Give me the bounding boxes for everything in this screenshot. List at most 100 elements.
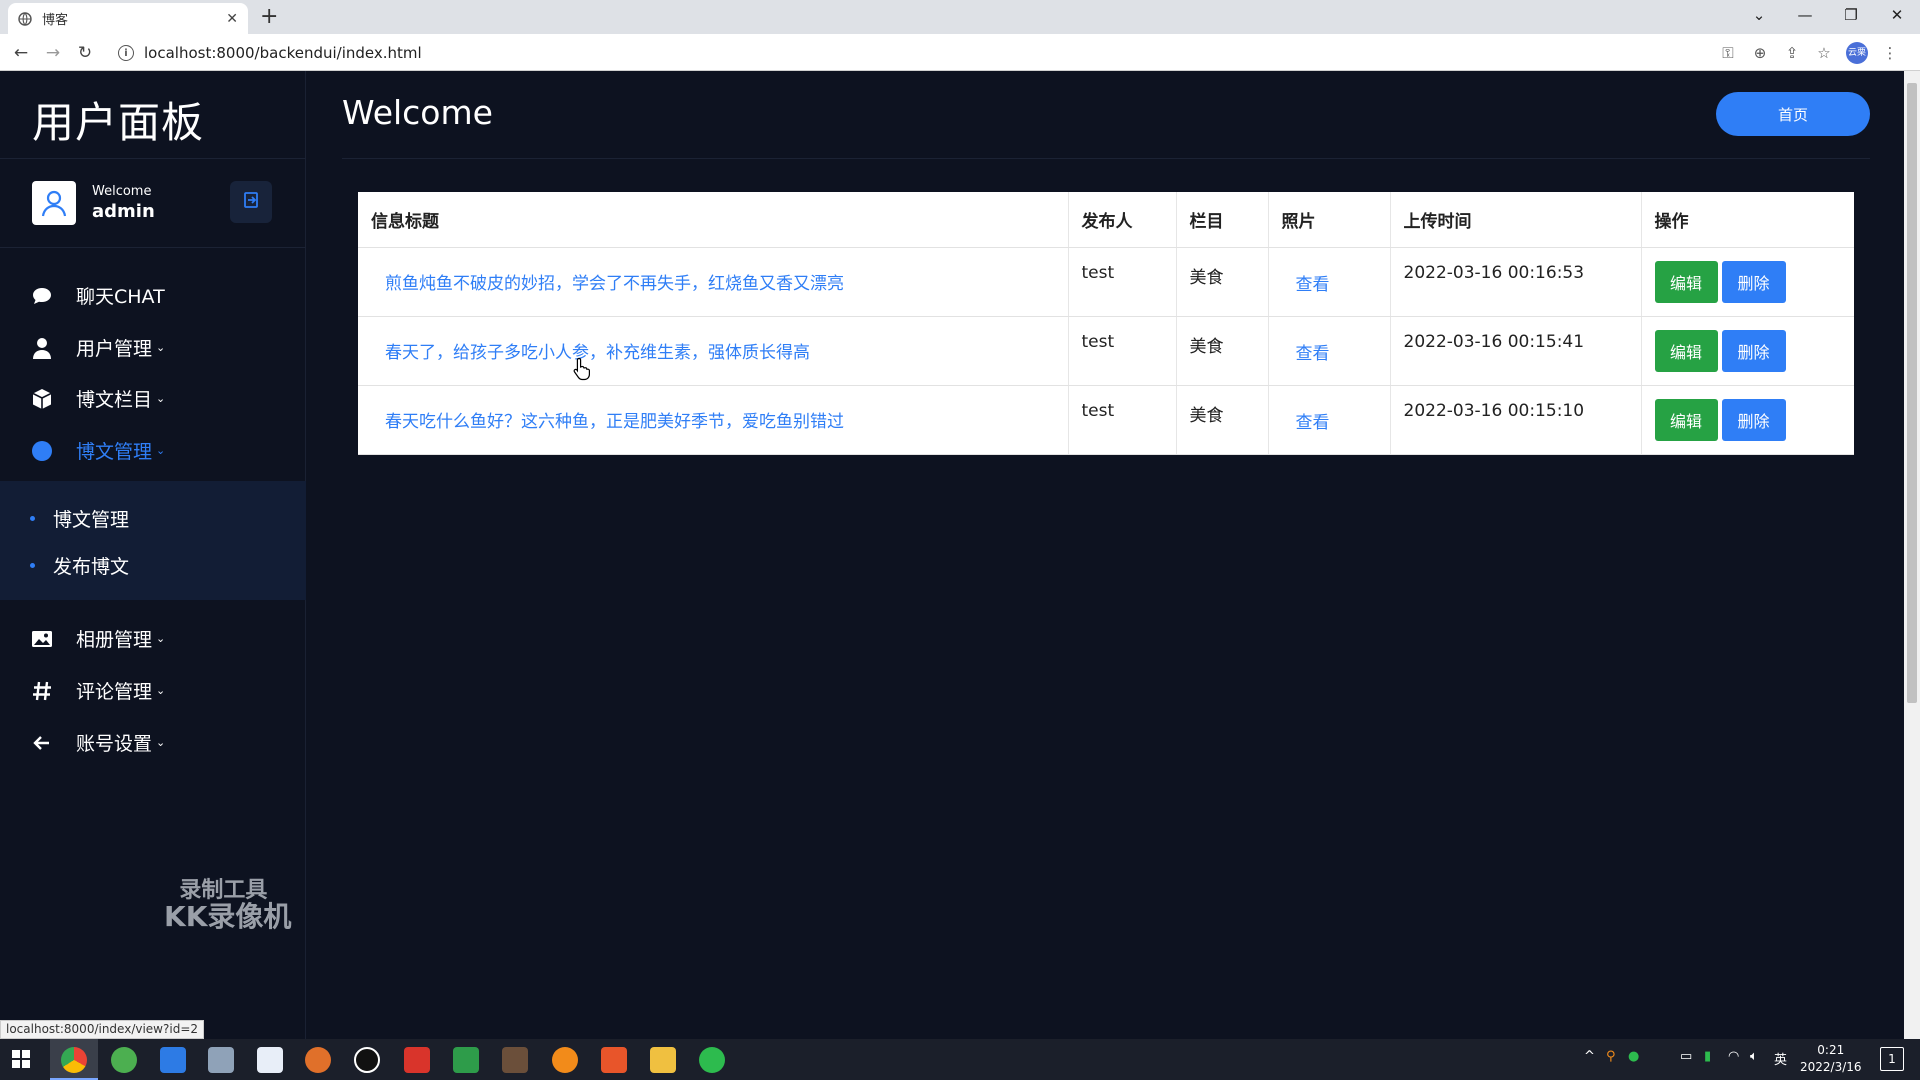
post-title-link[interactable]: 春天吃什么鱼好？这六种鱼，正是肥美好季节，爱吃鱼别错过	[371, 407, 844, 432]
app-search-icon[interactable]	[160, 1047, 186, 1073]
menu-item-categories[interactable]: 博文栏目 ⌄	[30, 385, 165, 412]
chevron-down-icon: ⌄	[156, 684, 166, 697]
table-row: 煎鱼炖鱼不破皮的妙招，学会了不再失手，红烧鱼又香又漂亮 test 美食 查看 2…	[358, 247, 1854, 317]
watermark-line2: KK录像机	[164, 900, 292, 934]
close-window-button[interactable]: ✕	[1874, 0, 1920, 30]
menu-label: 博文管理	[76, 441, 153, 463]
notification-count: 1	[1888, 1052, 1896, 1066]
brand-title: 用户面板	[32, 98, 205, 147]
vertical-scrollbar[interactable]	[1904, 71, 1920, 1039]
menu-item-albums[interactable]: 相册管理 ⌄	[30, 625, 165, 652]
wechat-icon[interactable]	[699, 1047, 725, 1073]
edit-button[interactable]: 编辑	[1654, 329, 1718, 372]
ime-indicator[interactable]: 英	[1774, 1049, 1787, 1068]
wps-icon[interactable]	[404, 1047, 430, 1073]
tray-expand-icon[interactable]: ^	[1584, 1049, 1595, 1064]
divider	[0, 247, 306, 248]
chevron-down-icon: ⌄	[156, 341, 166, 354]
menu-item-account-settings[interactable]: 账号设置 ⌄	[30, 729, 165, 756]
post-upload-time: 2022-03-16 00:15:41	[1390, 316, 1642, 386]
url-text: localhost:8000/backendui/index.html	[144, 44, 422, 62]
tray-search-icon[interactable]: ⚲	[1606, 1049, 1616, 1064]
view-photo-link[interactable]: 查看	[1282, 332, 1330, 364]
app-green-icon[interactable]	[111, 1047, 137, 1073]
menu-item-chat[interactable]: 聊天CHAT	[30, 282, 165, 309]
delete-button[interactable]: 删除	[1721, 329, 1786, 372]
address-bar-row: ← → ↻ i localhost:8000/backendui/index.h…	[0, 34, 1920, 71]
app-photos-icon[interactable]	[257, 1047, 283, 1073]
delete-button[interactable]: 删除	[1721, 260, 1786, 303]
minimize-button[interactable]: —	[1782, 0, 1828, 30]
reload-icon[interactable]: ↻	[72, 40, 98, 66]
submenu-item-manage-posts[interactable]: 博文管理	[30, 505, 129, 532]
browser-tab[interactable]: 博客 ✕	[8, 3, 248, 34]
column-header: 栏目	[1176, 192, 1269, 248]
profile-avatar[interactable]: 云栗	[1846, 42, 1868, 64]
post-author: test	[1068, 247, 1177, 317]
tab-search-icon[interactable]: ⌄	[1736, 0, 1782, 30]
arrow-left-icon	[30, 731, 54, 755]
tray-wechat-icon[interactable]: ●	[1628, 1049, 1639, 1064]
tab-close-icon[interactable]: ✕	[226, 11, 238, 27]
column-header: 操作	[1641, 192, 1854, 248]
notification-center-icon[interactable]: 1	[1880, 1047, 1904, 1071]
app-notepad-icon[interactable]	[453, 1047, 479, 1073]
edit-button[interactable]: 编辑	[1654, 260, 1718, 303]
page: 用户面板 Welcome admin 聊天CHAT 用户管理 ⌄ 博文栏目 ⌄ …	[0, 71, 1904, 1039]
chevron-down-icon: ⌄	[156, 444, 166, 457]
hash-icon	[30, 679, 54, 703]
scrollbar-thumb[interactable]	[1907, 83, 1917, 703]
file-explorer-icon[interactable]	[650, 1047, 676, 1073]
volume-icon[interactable]: 🔈︎	[1750, 1049, 1758, 1064]
chrome-icon[interactable]	[61, 1047, 87, 1073]
forward-arrow-icon[interactable]: →	[40, 40, 66, 66]
view-photo-link[interactable]: 查看	[1282, 401, 1330, 433]
logout-icon	[242, 191, 260, 213]
windows-start-icon[interactable]	[12, 1050, 30, 1072]
view-photo-link[interactable]: 查看	[1282, 263, 1330, 295]
divider	[342, 158, 1870, 159]
menu-label: 账号设置	[76, 733, 153, 755]
key-icon[interactable]: ⚿	[1712, 44, 1744, 62]
site-info-icon[interactable]: i	[118, 45, 134, 61]
edit-button[interactable]: 编辑	[1654, 398, 1718, 441]
menu-item-users[interactable]: 用户管理 ⌄	[30, 334, 165, 361]
submenu-item-publish-post[interactable]: 发布博文	[30, 552, 129, 579]
zoom-icon[interactable]: ⊕	[1744, 44, 1776, 62]
menu-label: 聊天CHAT	[76, 286, 165, 308]
menu-item-posts[interactable]: 博文管理 ⌄	[30, 437, 165, 464]
wifi-icon[interactable]: ◠	[1728, 1049, 1739, 1064]
kebab-menu-icon[interactable]: ⋮	[1874, 44, 1906, 62]
url-field[interactable]: i localhost:8000/backendui/index.html	[108, 39, 1868, 67]
new-tab-button[interactable]: +	[260, 5, 278, 29]
tray-battery-icon[interactable]: ▮	[1704, 1049, 1711, 1064]
home-button[interactable]: 首页	[1716, 92, 1870, 136]
post-title-link[interactable]: 煎鱼炖鱼不破皮的妙招，学会了不再失手，红烧鱼又香又漂亮	[371, 269, 844, 294]
qq-icon[interactable]	[354, 1047, 380, 1073]
chevron-down-icon: ⌄	[156, 392, 166, 405]
divider	[0, 158, 306, 159]
app-computer-icon[interactable]	[208, 1047, 234, 1073]
user-welcome: Welcome	[92, 184, 152, 199]
back-arrow-icon[interactable]: ←	[8, 40, 34, 66]
app-game-icon[interactable]	[502, 1047, 528, 1073]
bookmark-star-icon[interactable]: ☆	[1808, 44, 1840, 62]
app-recorder-icon[interactable]	[601, 1047, 627, 1073]
page-title: Welcome	[342, 93, 493, 132]
column-header: 信息标题	[358, 192, 1069, 248]
taskbar-clock[interactable]: 0:21 2022/3/16	[1800, 1042, 1862, 1076]
column-header: 上传时间	[1390, 192, 1642, 248]
app-search-orange-icon[interactable]	[552, 1047, 578, 1073]
tray-device-icon[interactable]: ▭	[1680, 1049, 1692, 1064]
post-category: 美食	[1176, 247, 1269, 317]
menu-item-comments[interactable]: 评论管理 ⌄	[30, 677, 165, 704]
logout-button[interactable]	[230, 181, 272, 223]
app-orange-icon[interactable]	[305, 1047, 331, 1073]
chevron-down-icon: ⌄	[156, 632, 166, 645]
delete-button[interactable]: 删除	[1721, 398, 1786, 441]
menu-label: 博文栏目	[76, 389, 153, 411]
restore-button[interactable]: ❐	[1828, 0, 1874, 30]
share-icon[interactable]: ⇪	[1776, 44, 1808, 62]
clock-time: 0:21	[1817, 1043, 1845, 1057]
hand-pointer-icon	[573, 357, 591, 385]
